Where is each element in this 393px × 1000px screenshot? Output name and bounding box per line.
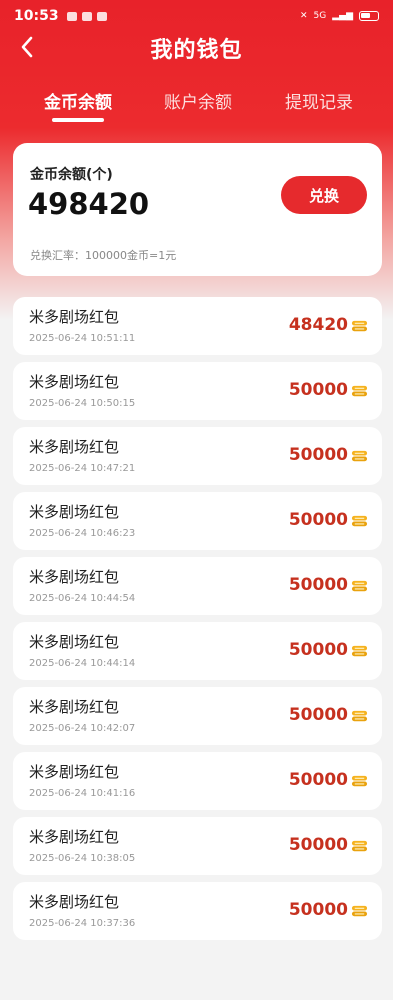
coin-stack-icon: [351, 645, 368, 657]
record-time: 2025-06-24 10:44:14: [29, 658, 136, 669]
record-title: 米多剧场红包: [29, 633, 120, 651]
exchange-button[interactable]: 兑换: [281, 176, 367, 214]
nav-bar: 我的钱包: [0, 26, 393, 70]
record-amount: 50000: [288, 380, 348, 400]
tab-label: 账户余额: [164, 93, 232, 113]
coin-stack-icon: [351, 775, 368, 787]
list-item[interactable]: 米多剧场红包 2025-06-24 10:50:15 50000: [13, 362, 382, 420]
eye-icon: [96, 11, 107, 21]
notification-icon: [66, 11, 77, 21]
coin-stack-icon: [351, 840, 368, 852]
exchange-rate-text: 兑换汇率：100000金币=1元: [30, 249, 177, 262]
record-time: 2025-06-24 10:38:05: [29, 853, 136, 864]
record-time: 2025-06-24 10:41:16: [29, 788, 136, 799]
battery-icon: [359, 11, 379, 21]
record-amount: 50000: [288, 900, 348, 920]
record-amount: 50000: [288, 835, 348, 855]
mute-icon: ✕: [299, 11, 308, 21]
record-amount: 50000: [288, 575, 348, 595]
record-time: 2025-06-24 10:42:07: [29, 723, 136, 734]
record-amount: 50000: [288, 640, 348, 660]
record-amount: 50000: [288, 510, 348, 530]
list-item[interactable]: 米多剧场红包 2025-06-24 10:37:36 50000: [13, 882, 382, 940]
record-time: 2025-06-24 10:46:23: [29, 528, 136, 539]
list-item[interactable]: 米多剧场红包 2025-06-24 10:42:07 50000: [13, 687, 382, 745]
coin-stack-icon: [351, 385, 368, 397]
record-title: 米多剧场红包: [29, 438, 120, 456]
list-item[interactable]: 米多剧场红包 2025-06-24 10:41:16 50000: [13, 752, 382, 810]
balance-card: 金币余额(个) 498420 兑换 兑换汇率：100000金币=1元: [13, 143, 382, 276]
record-time: 2025-06-24 10:37:36: [29, 918, 136, 929]
signal-icon: ▂▄▆: [332, 11, 353, 21]
notification-icons: [66, 11, 107, 21]
record-time: 2025-06-24 10:44:54: [29, 593, 136, 604]
status-indicators: ✕ 5G ▂▄▆: [300, 11, 379, 21]
tab-label: 金币余额: [44, 93, 112, 113]
tab-coin-balance[interactable]: 金币余额: [23, 88, 133, 122]
record-title: 米多剧场红包: [29, 373, 120, 391]
tab-withdraw-history[interactable]: 提现记录: [264, 88, 374, 113]
record-title: 米多剧场红包: [29, 698, 120, 716]
tab-active-indicator: [52, 118, 104, 122]
status-time: 10:53: [14, 8, 59, 24]
balance-value: 498420: [28, 187, 150, 221]
tab-label: 提现记录: [285, 93, 353, 113]
coin-stack-icon: [351, 905, 368, 917]
coin-stack-icon: [351, 710, 368, 722]
record-amount: 50000: [288, 705, 348, 725]
list-item[interactable]: 米多剧场红包 2025-06-24 10:47:21 50000: [13, 427, 382, 485]
network-label: 5G: [313, 11, 327, 21]
coin-stack-icon: [351, 515, 368, 527]
record-title: 米多剧场红包: [29, 568, 120, 586]
record-title: 米多剧场红包: [29, 503, 120, 521]
record-time: 2025-06-24 10:51:11: [29, 333, 136, 344]
tab-account-balance[interactable]: 账户余额: [143, 88, 253, 113]
coin-stack-icon: [351, 450, 368, 462]
list-item[interactable]: 米多剧场红包 2025-06-24 10:51:11 48420: [13, 297, 382, 355]
record-amount: 48420: [288, 315, 348, 335]
tab-bar: 金币余额 账户余额 提现记录: [0, 88, 393, 128]
record-title: 米多剧场红包: [29, 763, 120, 781]
coin-stack-icon: [351, 320, 368, 332]
list-item[interactable]: 米多剧场红包 2025-06-24 10:46:23 50000: [13, 492, 382, 550]
record-amount: 50000: [288, 445, 348, 465]
record-time: 2025-06-24 10:50:15: [29, 398, 136, 409]
page-title: 我的钱包: [150, 38, 243, 63]
record-title: 米多剧场红包: [29, 308, 120, 326]
balance-label: 金币余额(个): [30, 167, 113, 183]
notification-icon: [81, 11, 92, 21]
record-amount: 50000: [288, 770, 348, 790]
record-title: 米多剧场红包: [29, 828, 120, 846]
record-time: 2025-06-24 10:47:21: [29, 463, 136, 474]
list-item[interactable]: 米多剧场红包 2025-06-24 10:44:54 50000: [13, 557, 382, 615]
list-item[interactable]: 米多剧场红包 2025-06-24 10:38:05 50000: [13, 817, 382, 875]
record-title: 米多剧场红包: [29, 893, 120, 911]
coin-stack-icon: [351, 580, 368, 592]
list-item[interactable]: 米多剧场红包 2025-06-24 10:44:14 50000: [13, 622, 382, 680]
